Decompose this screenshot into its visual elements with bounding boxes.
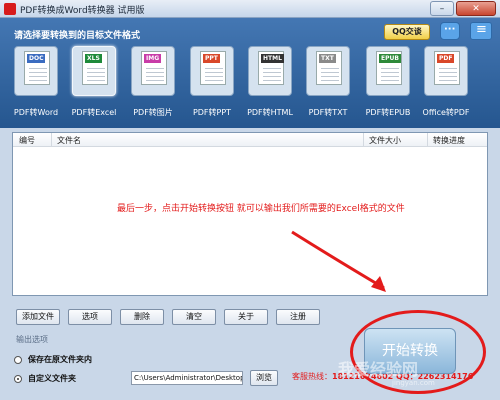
- options-button[interactable]: 选项: [68, 309, 112, 325]
- radio-same-folder-label[interactable]: 保存在原文件夹内: [28, 354, 92, 365]
- watermark-sub: jingyan.com: [392, 379, 435, 387]
- radio-custom-folder-label[interactable]: 自定义文件夹: [28, 373, 76, 384]
- radio-custom-folder[interactable]: [14, 375, 22, 383]
- output-path-field[interactable]: C:\Users\Administrator\Desktop: [131, 371, 243, 385]
- radio-same-folder[interactable]: [14, 356, 22, 364]
- register-button[interactable]: 注册: [276, 309, 320, 325]
- clear-button[interactable]: 清空: [172, 309, 216, 325]
- delete-button[interactable]: 删除: [120, 309, 164, 325]
- hotline-label: 客服热线：: [292, 372, 332, 381]
- browse-button[interactable]: 浏览: [250, 370, 278, 386]
- about-button[interactable]: 关于: [224, 309, 268, 325]
- watermark: 我爱经验网: [338, 360, 419, 379]
- add-file-button[interactable]: 添加文件: [16, 309, 60, 325]
- output-options-label: 输出选项: [16, 335, 48, 344]
